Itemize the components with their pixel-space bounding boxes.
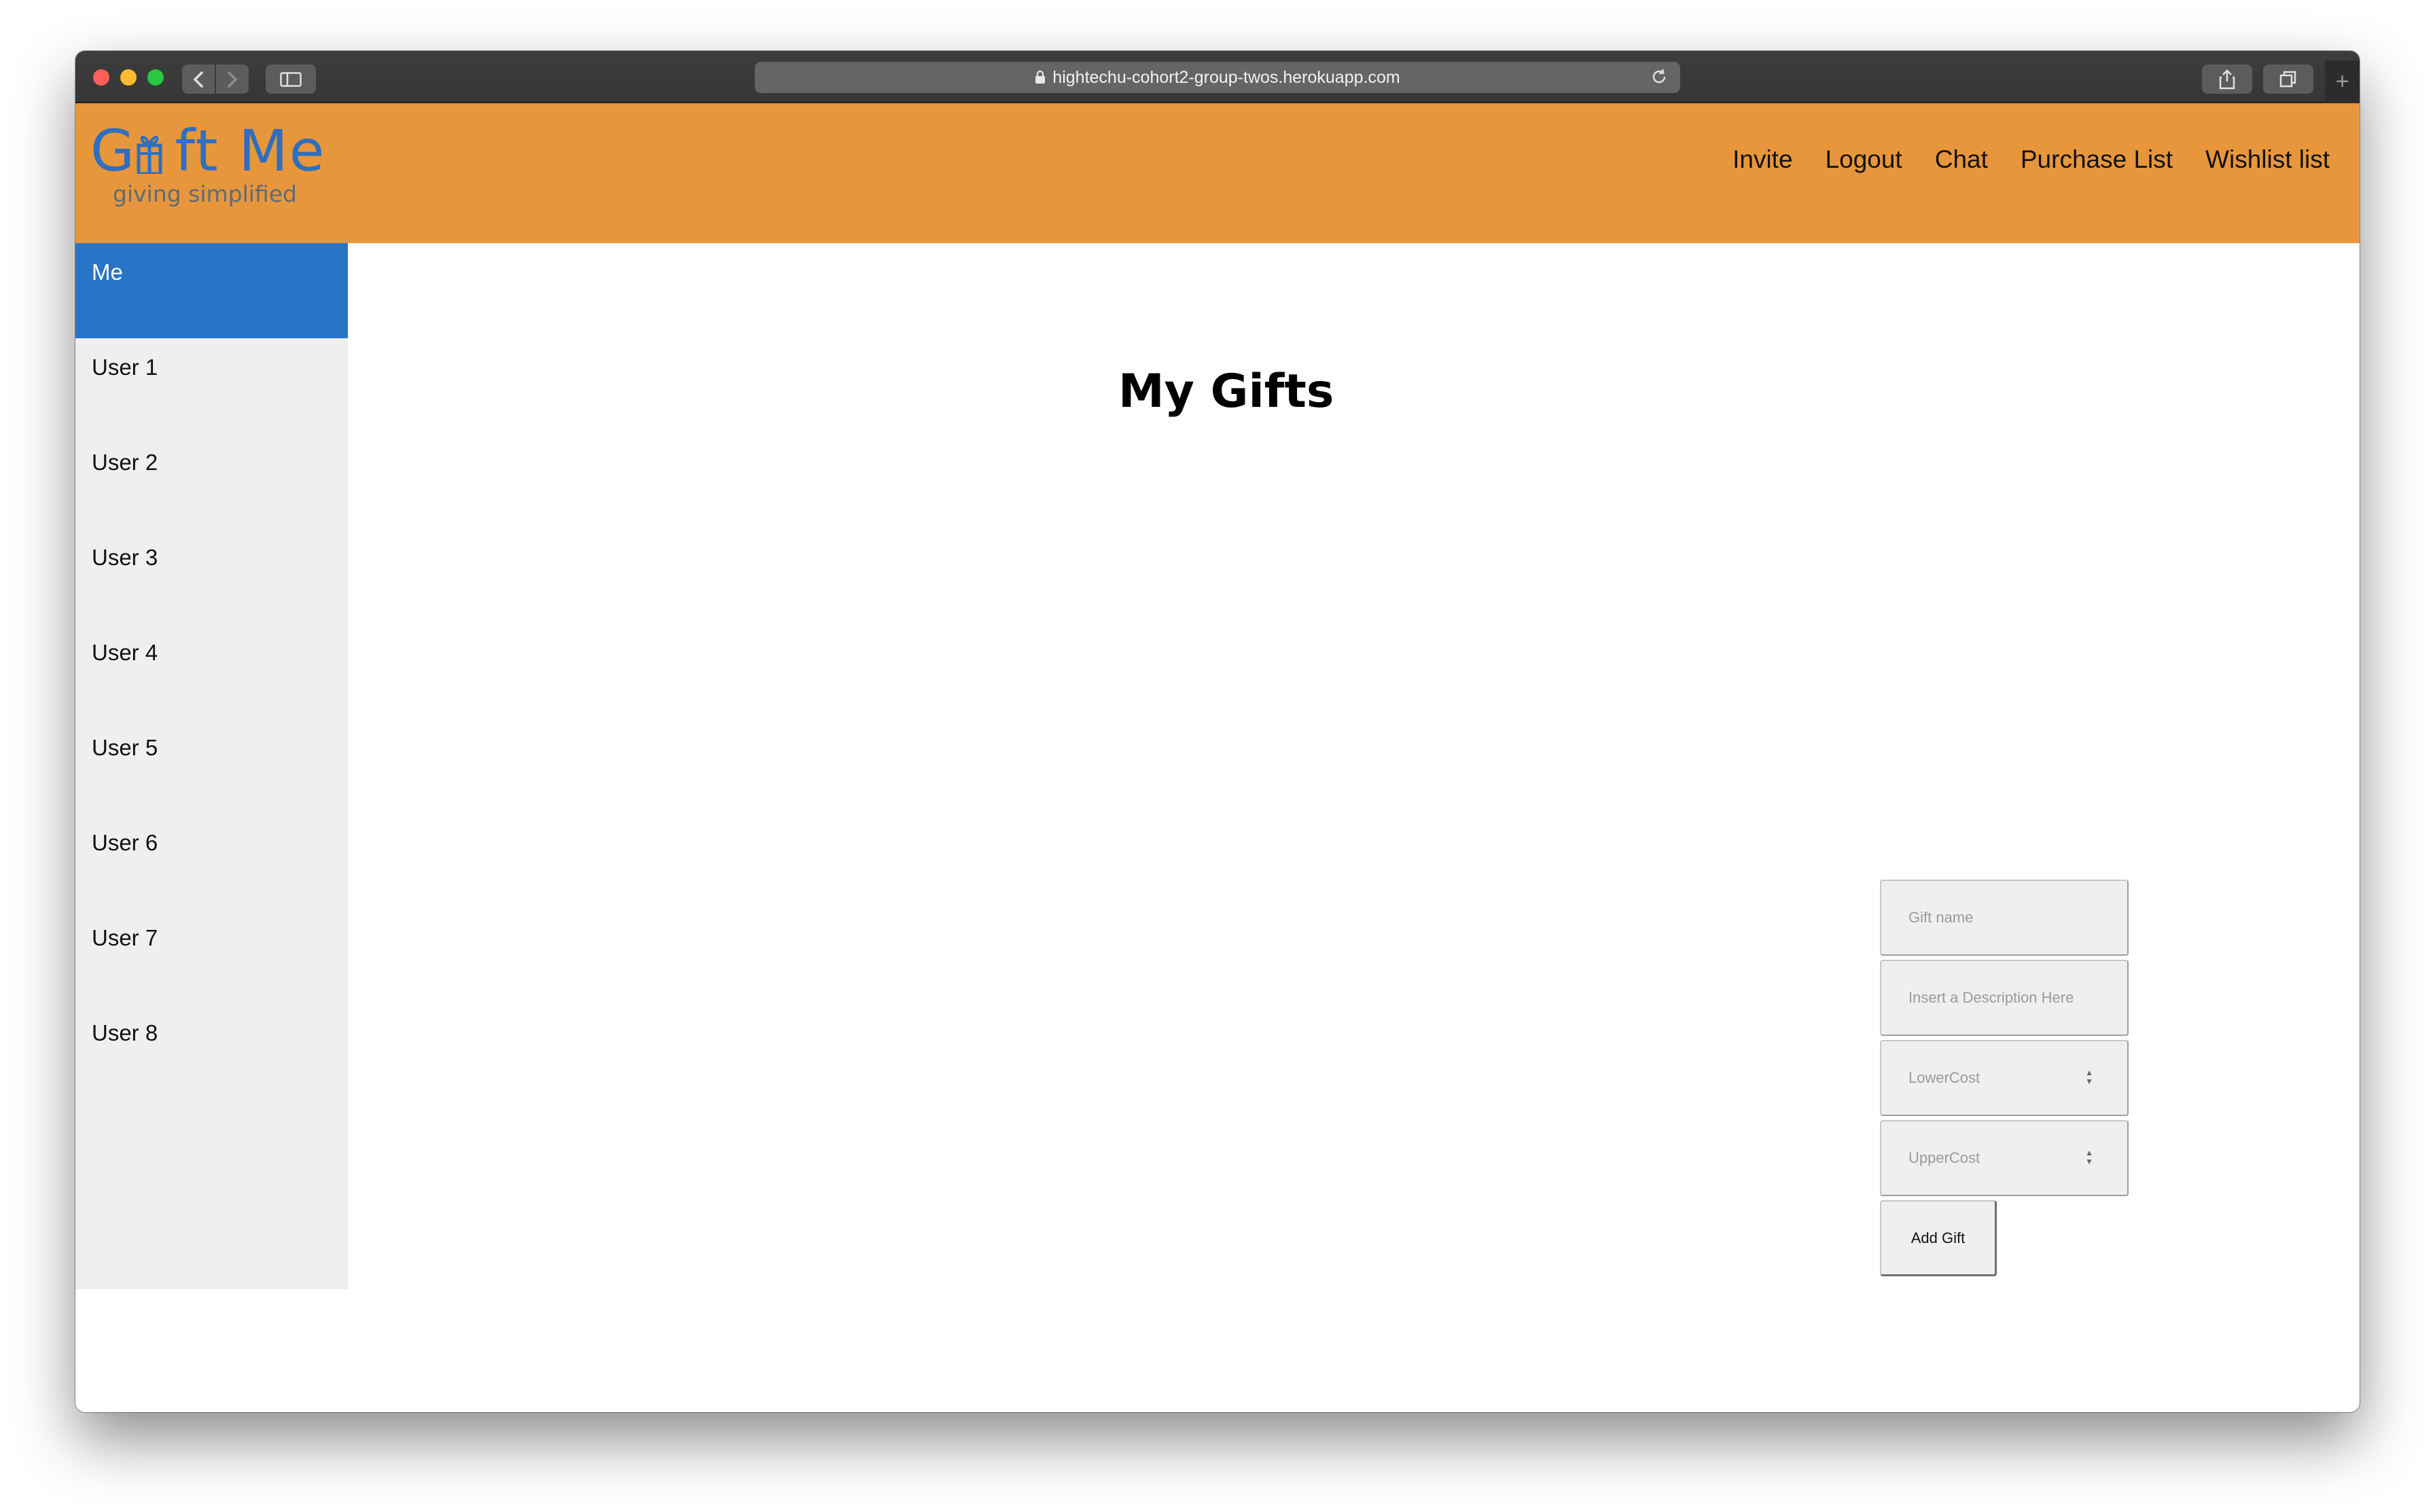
- sidebar-item-user-8[interactable]: User 8: [75, 1004, 348, 1099]
- sidebar-item-user-6[interactable]: User 6: [75, 814, 348, 909]
- logo-tagline: giving simplified: [113, 181, 297, 207]
- sidebar-toggle-button[interactable]: [266, 65, 316, 94]
- logo[interactable]: G ft Me giving simplified: [90, 122, 325, 207]
- user-sidebar: Me User 1 User 2 User 3 User 4 User 5 Us…: [75, 243, 348, 1289]
- site-header: G ft Me giving simplified Invite Logout …: [75, 103, 2360, 243]
- minimize-window-button[interactable]: [120, 69, 137, 86]
- nav-purchase-list[interactable]: Purchase List: [2021, 145, 2173, 174]
- browser-toolbar: hightechu-cohort2-group-twos.herokuapp.c…: [75, 51, 2360, 103]
- reload-icon[interactable]: [1650, 68, 1668, 86]
- logo-title: G ft Me: [90, 122, 325, 179]
- sidebar-item-user-2[interactable]: User 2: [75, 433, 348, 528]
- lower-cost-placeholder: LowerCost: [1908, 1069, 1980, 1086]
- sidebar-item-me[interactable]: Me: [75, 243, 348, 338]
- upper-cost-placeholder: UpperCost: [1908, 1149, 1980, 1166]
- nav-logout[interactable]: Logout: [1826, 145, 1902, 174]
- sidebar-item-user-3[interactable]: User 3: [75, 528, 348, 624]
- gift-name-input[interactable]: Gift name: [1880, 880, 2129, 956]
- add-gift-button[interactable]: Add Gift: [1880, 1200, 1997, 1276]
- upper-cost-input[interactable]: UpperCost ▲ ▼: [1880, 1120, 2129, 1196]
- sidebar-item-user-1[interactable]: User 1: [75, 338, 348, 433]
- page-title: My Gifts: [1118, 365, 1334, 418]
- back-button[interactable]: [182, 65, 215, 94]
- stepper-icon[interactable]: ▲ ▼: [2085, 1068, 2093, 1086]
- plus-icon: +: [2335, 69, 2349, 94]
- lower-cost-input[interactable]: LowerCost ▲ ▼: [1880, 1040, 2129, 1116]
- new-tab-button[interactable]: +: [2325, 60, 2360, 103]
- nav-chat[interactable]: Chat: [1935, 145, 1988, 174]
- chevron-left-icon: [193, 71, 203, 88]
- nav-wishlist-list[interactable]: Wishlist list: [2205, 145, 2330, 174]
- address-bar[interactable]: hightechu-cohort2-group-twos.herokuapp.c…: [755, 62, 1680, 93]
- forward-button[interactable]: [216, 65, 249, 94]
- sidebar-item-user-4[interactable]: User 4: [75, 624, 348, 719]
- close-window-button[interactable]: [93, 69, 109, 86]
- show-tabs-button[interactable]: [2263, 65, 2313, 94]
- url-text: hightechu-cohort2-group-twos.herokuapp.c…: [1052, 67, 1400, 87]
- gift-icon: [137, 136, 162, 174]
- sidebar-item-user-5[interactable]: User 5: [75, 719, 348, 814]
- browser-window: hightechu-cohort2-group-twos.herokuapp.c…: [75, 51, 2360, 1412]
- lock-icon: [1035, 71, 1046, 84]
- sidebar-item-user-7[interactable]: User 7: [75, 909, 348, 1004]
- maximize-window-button[interactable]: [147, 69, 164, 86]
- share-icon: [2219, 69, 2235, 89]
- nav-invite[interactable]: Invite: [1732, 145, 1792, 174]
- tabs-icon: [2279, 71, 2296, 87]
- main-nav: Invite Logout Chat Purchase List Wishlis…: [1732, 145, 2330, 174]
- stepper-icon[interactable]: ▲ ▼: [2085, 1149, 2093, 1166]
- chevron-right-icon: [228, 71, 238, 88]
- sidebar-icon: [280, 71, 302, 87]
- add-gift-form: Gift name Insert a Description Here Lowe…: [1880, 880, 2129, 1276]
- logo-wordmark: G ft Me: [90, 118, 326, 184]
- description-input[interactable]: Insert a Description Here: [1880, 960, 2129, 1036]
- share-button[interactable]: [2202, 65, 2252, 94]
